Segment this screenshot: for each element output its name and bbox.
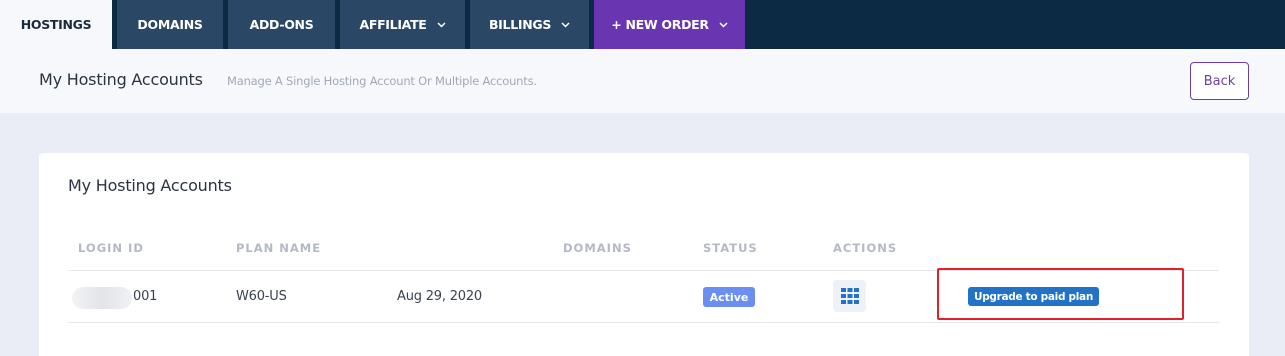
column-header-domains: DOMAINS — [563, 241, 632, 255]
tab-label: HOSTINGS — [20, 17, 92, 32]
table-divider — [68, 322, 1219, 323]
login-id-suffix: 001 — [133, 289, 158, 304]
plan-name: W60-US — [236, 289, 287, 304]
tab-billings[interactable]: BILLINGS — [470, 0, 589, 49]
tab-label: AFFILIATE — [359, 17, 427, 32]
column-header-status: STATUS — [703, 241, 758, 255]
created-date: Aug 29, 2020 — [397, 289, 483, 304]
tab-hostings[interactable]: HOSTINGS — [0, 0, 112, 49]
chevron-down-icon — [719, 21, 728, 28]
tab-add-ons[interactable]: ADD-ONS — [228, 0, 335, 49]
status-badge: Active — [703, 287, 755, 307]
tab-new-order[interactable]: + NEW ORDER — [594, 0, 745, 49]
column-header-actions: ACTIONS — [833, 241, 898, 255]
top-nav: HOSTINGS DOMAINS ADD-ONS AFFILIATE BILLI… — [0, 0, 1285, 49]
tab-label: DOMAINS — [137, 17, 203, 32]
column-header-plan-name: PLAN NAME — [236, 241, 322, 255]
tab-domains[interactable]: DOMAINS — [117, 0, 223, 49]
tab-label: + NEW ORDER — [611, 17, 709, 32]
back-button[interactable]: Back — [1190, 62, 1249, 100]
chevron-down-icon — [561, 21, 570, 28]
highlight-annotation — [937, 268, 1184, 320]
chevron-down-icon — [437, 21, 446, 28]
tab-label: BILLINGS — [488, 17, 552, 32]
column-header-login-id: LOGIN ID — [78, 241, 144, 255]
tab-affiliate[interactable]: AFFILIATE — [340, 0, 465, 49]
card-title: My Hosting Accounts — [68, 176, 232, 195]
page-title: My Hosting Accounts — [39, 70, 203, 89]
login-id-redacted — [72, 287, 132, 309]
tab-label: ADD-ONS — [249, 17, 314, 32]
actions-menu-button[interactable] — [833, 280, 866, 312]
grid-icon — [841, 288, 859, 304]
page-subtitle: Manage A Single Hosting Account Or Multi… — [227, 74, 537, 88]
